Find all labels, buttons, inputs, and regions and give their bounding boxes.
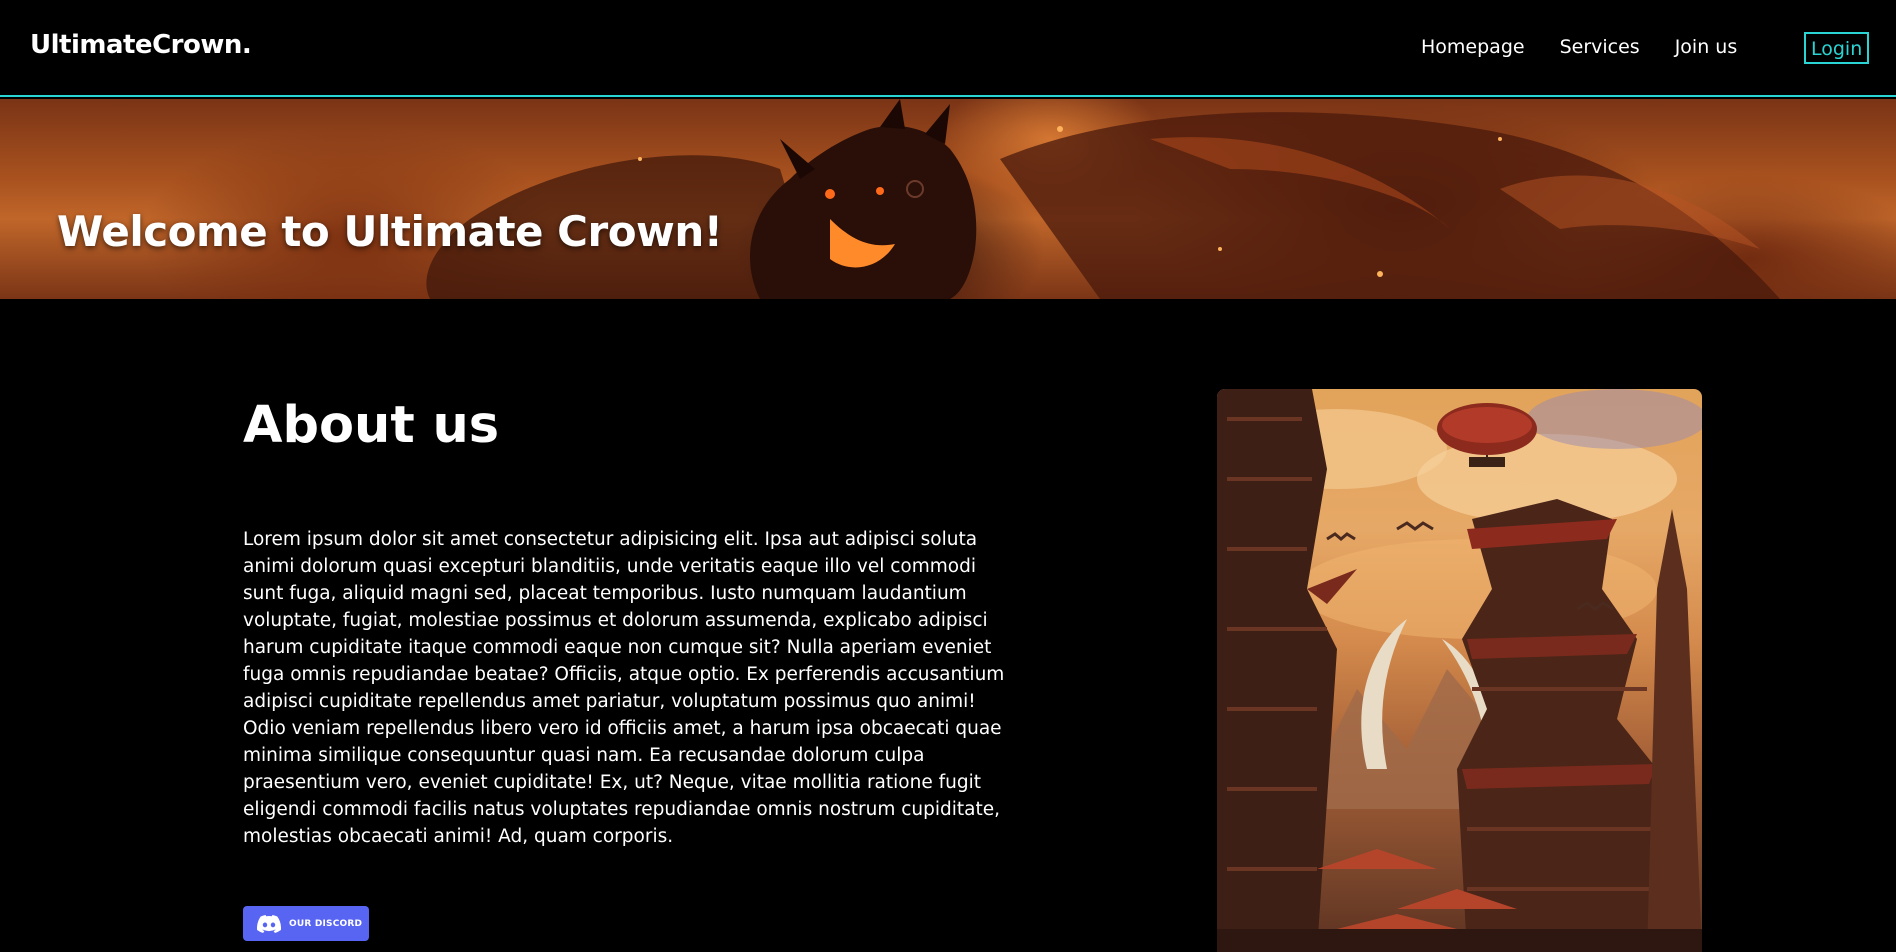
nav-link-homepage[interactable]: Homepage [1421, 36, 1525, 58]
nav-link-join-us[interactable]: Join us [1675, 36, 1738, 58]
discord-icon [257, 914, 281, 933]
login-button[interactable]: Login [1804, 32, 1870, 64]
nav-link-services[interactable]: Services [1560, 36, 1640, 58]
about-artwork [1217, 389, 1702, 952]
nav-links: Homepage Services Join us [1421, 36, 1772, 58]
discord-button-label: OUR DISCORD [289, 918, 363, 929]
about-text: Lorem ipsum dolor sit amet consectetur a… [243, 529, 1005, 847]
discord-button[interactable]: OUR DISCORD [243, 906, 369, 941]
brand-logo[interactable]: UltimateCrown. [30, 30, 252, 60]
fantasy-city-illustration [1217, 389, 1702, 952]
navbar: UltimateCrown. Homepage Services Join us… [0, 0, 1896, 97]
dragon-illustration [426, 99, 1780, 299]
hero-title: Welcome to Ultimate Crown! [57, 207, 723, 257]
hero-banner: Welcome to Ultimate Crown! [0, 99, 1896, 299]
about-title: About us [243, 396, 500, 455]
